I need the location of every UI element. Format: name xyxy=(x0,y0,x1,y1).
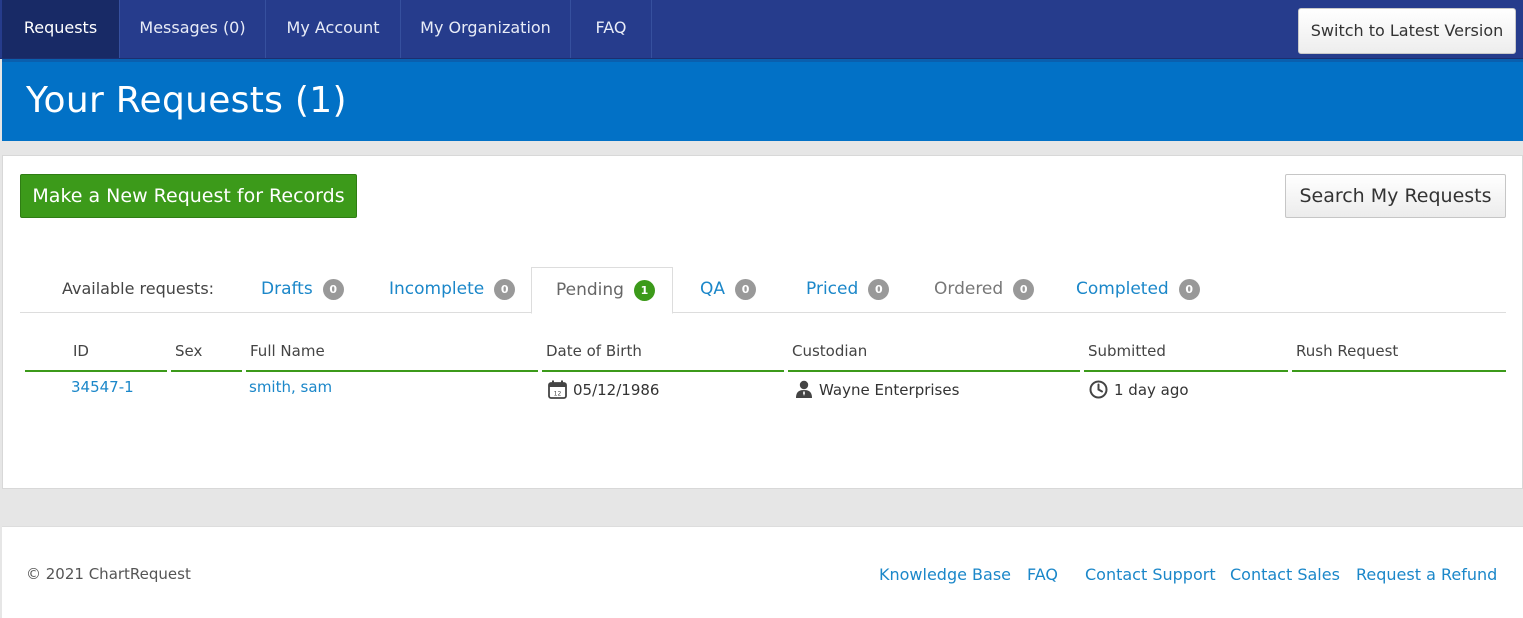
request-status-tabs: Available requests: Drafts 0 Incomplete 0 … xyxy=(20,267,1506,314)
count-badge: 0 xyxy=(1178,279,1200,300)
tab-label: Ordered xyxy=(934,279,1004,299)
search-requests-button[interactable]: Search My Requests xyxy=(1285,174,1506,218)
tab-priced[interactable]: Priced 0 xyxy=(806,267,890,313)
submitted-value: 1 day ago xyxy=(1114,381,1189,399)
column-header-submitted: Submitted xyxy=(1084,342,1288,372)
footer-link-knowledge-base[interactable]: Knowledge Base xyxy=(879,565,1011,584)
clock-icon xyxy=(1089,380,1108,399)
full-name-link[interactable]: smith, sam xyxy=(249,378,332,396)
count-badge: 0 xyxy=(494,279,516,300)
page-title: Your Requests (1) xyxy=(26,80,347,121)
dob-value: 05/12/1986 xyxy=(573,381,660,399)
footer-link-faq[interactable]: FAQ xyxy=(1027,565,1058,584)
tab-label: Incomplete xyxy=(389,279,485,299)
copyright-text: © 2021 ChartRequest xyxy=(26,565,191,583)
footer: © 2021 ChartRequest Knowledge Base FAQ C… xyxy=(2,526,1523,618)
nav-requests[interactable]: Requests xyxy=(2,0,120,58)
count-badge: 0 xyxy=(322,279,344,300)
column-header-full-name: Full Name xyxy=(246,342,538,372)
nav-faq[interactable]: FAQ xyxy=(571,0,652,58)
tab-label: Drafts xyxy=(261,279,313,299)
count-badge: 0 xyxy=(868,279,890,300)
tab-completed[interactable]: Completed 0 xyxy=(1076,267,1200,313)
nav-my-account[interactable]: My Account xyxy=(266,0,401,58)
person-icon xyxy=(796,380,812,398)
count-badge: 1 xyxy=(633,280,655,301)
tab-pending[interactable]: Pending 1 xyxy=(531,267,673,314)
footer-link-contact-sales[interactable]: Contact Sales xyxy=(1230,565,1340,584)
custodian-cell: Wayne Enterprises xyxy=(795,380,959,399)
column-header-dob: Date of Birth xyxy=(542,342,784,372)
top-nav: Requests Messages (0) My Account My Orga… xyxy=(0,0,1523,59)
tab-label: QA xyxy=(700,279,726,299)
custodian-value: Wayne Enterprises xyxy=(819,381,960,399)
calendar-icon: 12 xyxy=(548,380,567,399)
submitted-cell: 1 day ago xyxy=(1089,380,1189,399)
dob-cell: 12 05/12/1986 xyxy=(548,380,659,399)
requests-panel: Make a New Request for Records Search My… xyxy=(2,155,1523,489)
svg-text:12: 12 xyxy=(554,391,562,398)
page-header: Your Requests (1) xyxy=(2,59,1523,141)
tab-drafts[interactable]: Drafts 0 xyxy=(261,267,344,313)
footer-link-contact-support[interactable]: Contact Support xyxy=(1085,565,1216,584)
tab-ordered[interactable]: Ordered 0 xyxy=(934,267,1035,313)
footer-link-request-refund[interactable]: Request a Refund xyxy=(1356,565,1497,584)
request-id-link[interactable]: 34547-1 xyxy=(71,378,134,396)
tab-qa[interactable]: QA 0 xyxy=(700,267,757,313)
tab-incomplete[interactable]: Incomplete 0 xyxy=(389,267,516,313)
column-header-id: ID xyxy=(25,342,167,372)
nav-messages[interactable]: Messages (0) xyxy=(120,0,266,58)
tabs-label: Available requests: xyxy=(62,279,215,298)
count-badge: 0 xyxy=(1013,279,1035,300)
column-header-custodian: Custodian xyxy=(788,342,1080,372)
tab-label: Pending xyxy=(556,280,624,300)
column-header-rush-request: Rush Request xyxy=(1292,342,1506,372)
column-header-sex: Sex xyxy=(171,342,242,372)
tab-label: Priced xyxy=(806,279,859,299)
nav-my-organization[interactable]: My Organization xyxy=(401,0,571,58)
tab-label: Completed xyxy=(1076,279,1169,299)
count-badge: 0 xyxy=(735,279,757,300)
switch-version-button[interactable]: Switch to Latest Version xyxy=(1298,8,1516,54)
new-request-button[interactable]: Make a New Request for Records xyxy=(20,174,357,218)
